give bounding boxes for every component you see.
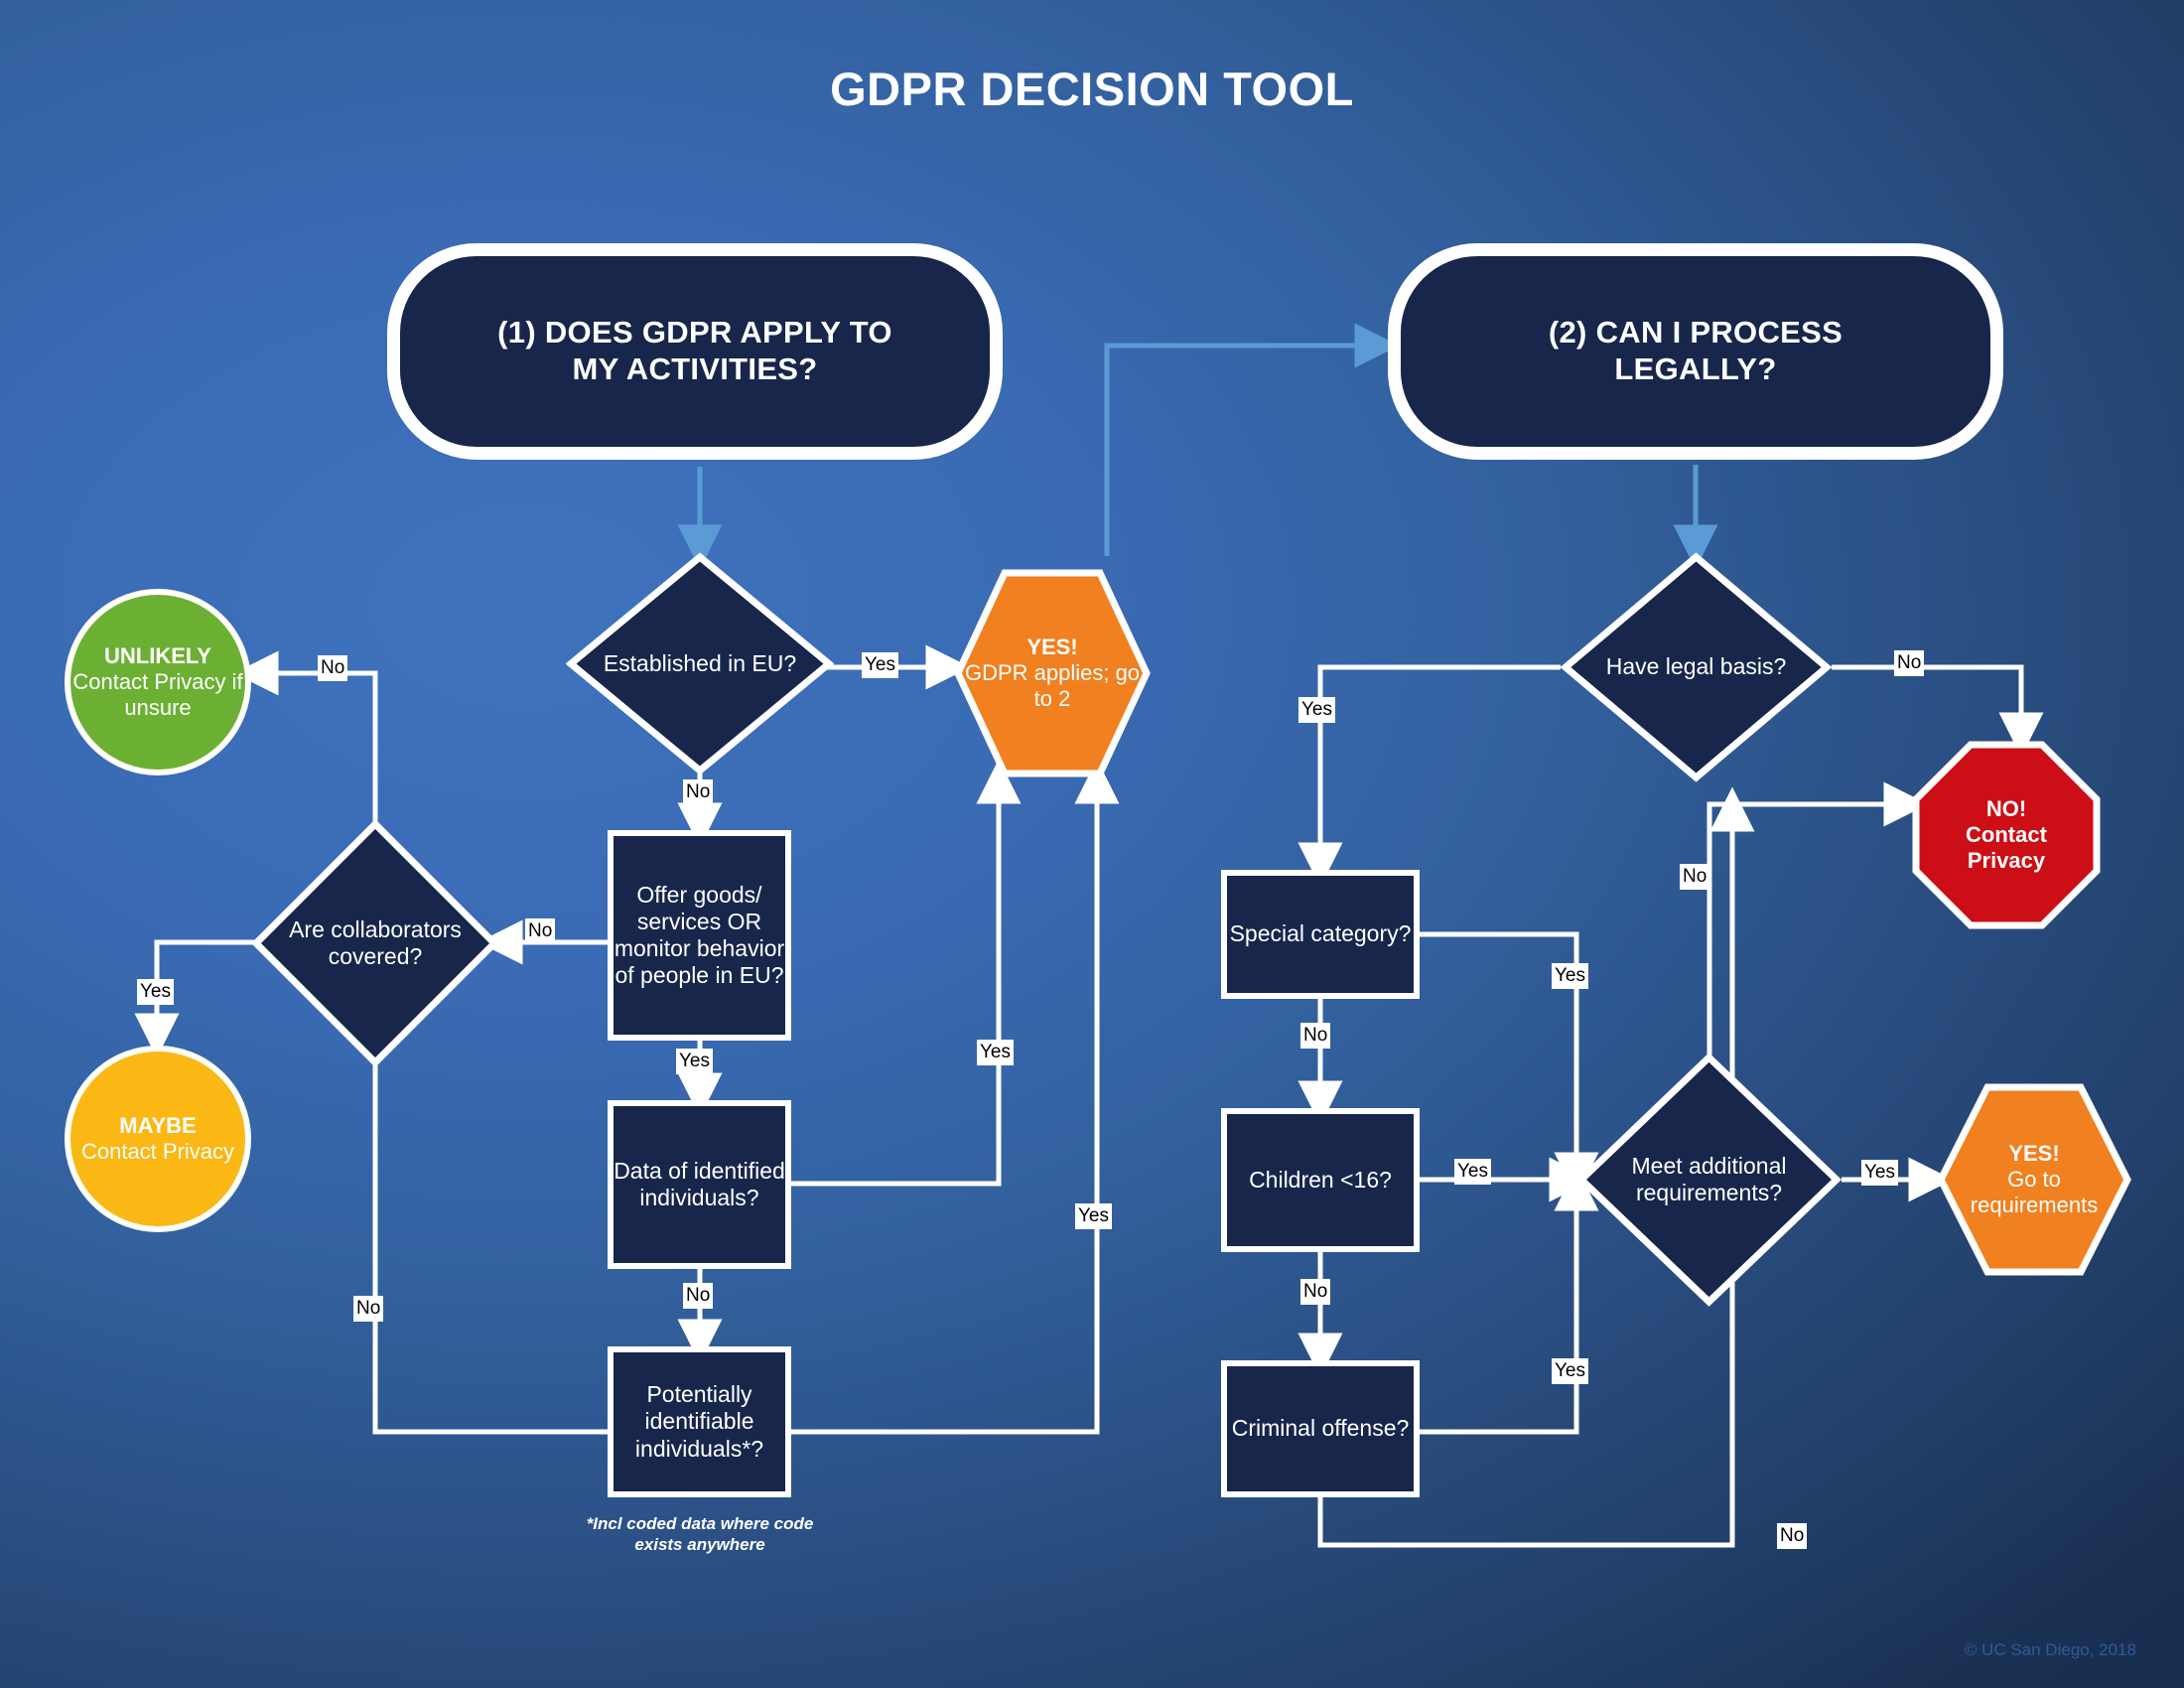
decision-collaborators-label: Are collaborators covered? xyxy=(289,915,462,969)
go-to-requirements-headline: YES! xyxy=(2008,1141,2060,1167)
decision-legal-basis-label: Have legal basis? xyxy=(1605,653,1787,680)
criminal-offense-label: Criminal offense? xyxy=(1231,1415,1410,1442)
section-2-line1: (2) CAN I PROCESS xyxy=(1548,315,1843,351)
edge-label-offer-yes: Yes xyxy=(676,1049,713,1074)
decision-established-in-eu: Established in EU? xyxy=(566,552,834,775)
maybe-headline: MAYBE xyxy=(119,1113,197,1139)
edge-label-eu-no: No xyxy=(683,779,714,805)
outcome-unlikely: UNLIKELY Contact Privacy if unsure xyxy=(65,589,251,775)
decision-collaborators-covered: Are collaborators covered? xyxy=(251,819,499,1067)
gdpr-decision-flowchart: GDPR DECISION TOOL (1) DOES GDPR APPLY T… xyxy=(0,0,2184,1688)
edge-label-criminal-no: No xyxy=(1777,1523,1808,1549)
outcome-no-contact-privacy: NO! Contact Privacy xyxy=(1911,740,2102,930)
edge-label-legal-basis-no: No xyxy=(1894,650,1925,676)
edge-label-potential-yes: Yes xyxy=(1075,1203,1112,1229)
potentially-identifiable-label: Potentially identifiable individuals*? xyxy=(634,1381,764,1462)
special-category-label: Special category? xyxy=(1229,920,1412,947)
process-special-category: Special category? xyxy=(1221,870,1420,999)
gdpr-applies-headline: YES! xyxy=(1026,634,1078,660)
unlikely-headline: UNLIKELY xyxy=(104,643,211,669)
gdpr-applies-body: GDPR applies; go to 2 xyxy=(964,660,1141,711)
section-1-header: (1) DOES GDPR APPLY TO MY ACTIVITIES? xyxy=(387,243,1003,460)
edge-label-eu-yes: Yes xyxy=(862,652,898,678)
process-potentially-identifiable-individuals: Potentially identifiable individuals*? xyxy=(608,1346,791,1497)
offer-goods-label: Offer goods/ services OR monitor behavio… xyxy=(614,881,785,989)
maybe-body: Contact Privacy xyxy=(80,1139,235,1164)
outcome-maybe: MAYBE Contact Privacy xyxy=(65,1046,251,1232)
section-2-line2: LEGALLY? xyxy=(1614,352,1777,386)
children-label: Children <16? xyxy=(1249,1166,1392,1193)
edge-label-potential-no: No xyxy=(353,1296,384,1322)
no-contact-headline: NO! xyxy=(1985,796,2027,822)
decision-established-label: Established in EU? xyxy=(603,649,797,676)
edge-label-criminal-yes: Yes xyxy=(1552,1358,1588,1384)
section-1-line1: (1) DOES GDPR APPLY TO xyxy=(497,315,892,351)
edge-label-data-no: No xyxy=(683,1283,714,1309)
process-criminal-offense: Criminal offense? xyxy=(1221,1360,1420,1497)
edge-label-collab-yes: Yes xyxy=(137,979,174,1005)
decision-have-legal-basis: Have legal basis? xyxy=(1561,552,1832,782)
footnote-text: *Incl coded data where code exists anywh… xyxy=(586,1514,814,1555)
section-1-line2: MY ACTIVITIES? xyxy=(572,352,818,386)
edge-label-special-no: No xyxy=(1300,1023,1331,1049)
edge-label-children-no: No xyxy=(1300,1279,1331,1305)
edge-label-data-yes: Yes xyxy=(977,1040,1014,1065)
edge-label-collab-no: No xyxy=(318,655,348,681)
decision-meet-additional-requirements: Meet additional requirements? xyxy=(1576,1053,1842,1307)
edge-label-meet-no: No xyxy=(1680,864,1710,890)
edge-label-legal-basis-yes: Yes xyxy=(1298,697,1335,723)
edge-label-children-yes: Yes xyxy=(1454,1159,1491,1185)
unlikely-body: Contact Privacy if unsure xyxy=(72,669,243,720)
outcome-gdpr-applies: YES! GDPR applies; go to 2 xyxy=(953,568,1152,778)
outcome-go-to-requirements: YES! Go to requirements xyxy=(1936,1082,2132,1277)
section-2-header: (2) CAN I PROCESS LEGALLY? xyxy=(1388,243,2003,460)
process-children-under-16: Children <16? xyxy=(1221,1108,1420,1252)
decision-meet-additional-label: Meet additional requirements? xyxy=(1631,1152,1787,1205)
edge-label-special-yes: Yes xyxy=(1552,963,1588,989)
edge-label-offer-no: No xyxy=(525,918,556,944)
go-to-requirements-line3: requirements xyxy=(1970,1192,2099,1217)
process-data-identified-individuals: Data of identified individuals? xyxy=(608,1100,791,1269)
process-offer-goods-services: Offer goods/ services OR monitor behavio… xyxy=(608,830,791,1041)
copyright-notice: © UC San Diego, 2018 xyxy=(1964,1640,2136,1659)
no-contact-line3: Privacy xyxy=(1967,847,2046,873)
go-to-requirements-line2: Go to xyxy=(2007,1167,2061,1193)
no-contact-line2: Contact xyxy=(1966,822,2047,848)
data-identified-label: Data of identified individuals? xyxy=(614,1157,785,1210)
edge-label-meet-yes: Yes xyxy=(1861,1160,1898,1186)
